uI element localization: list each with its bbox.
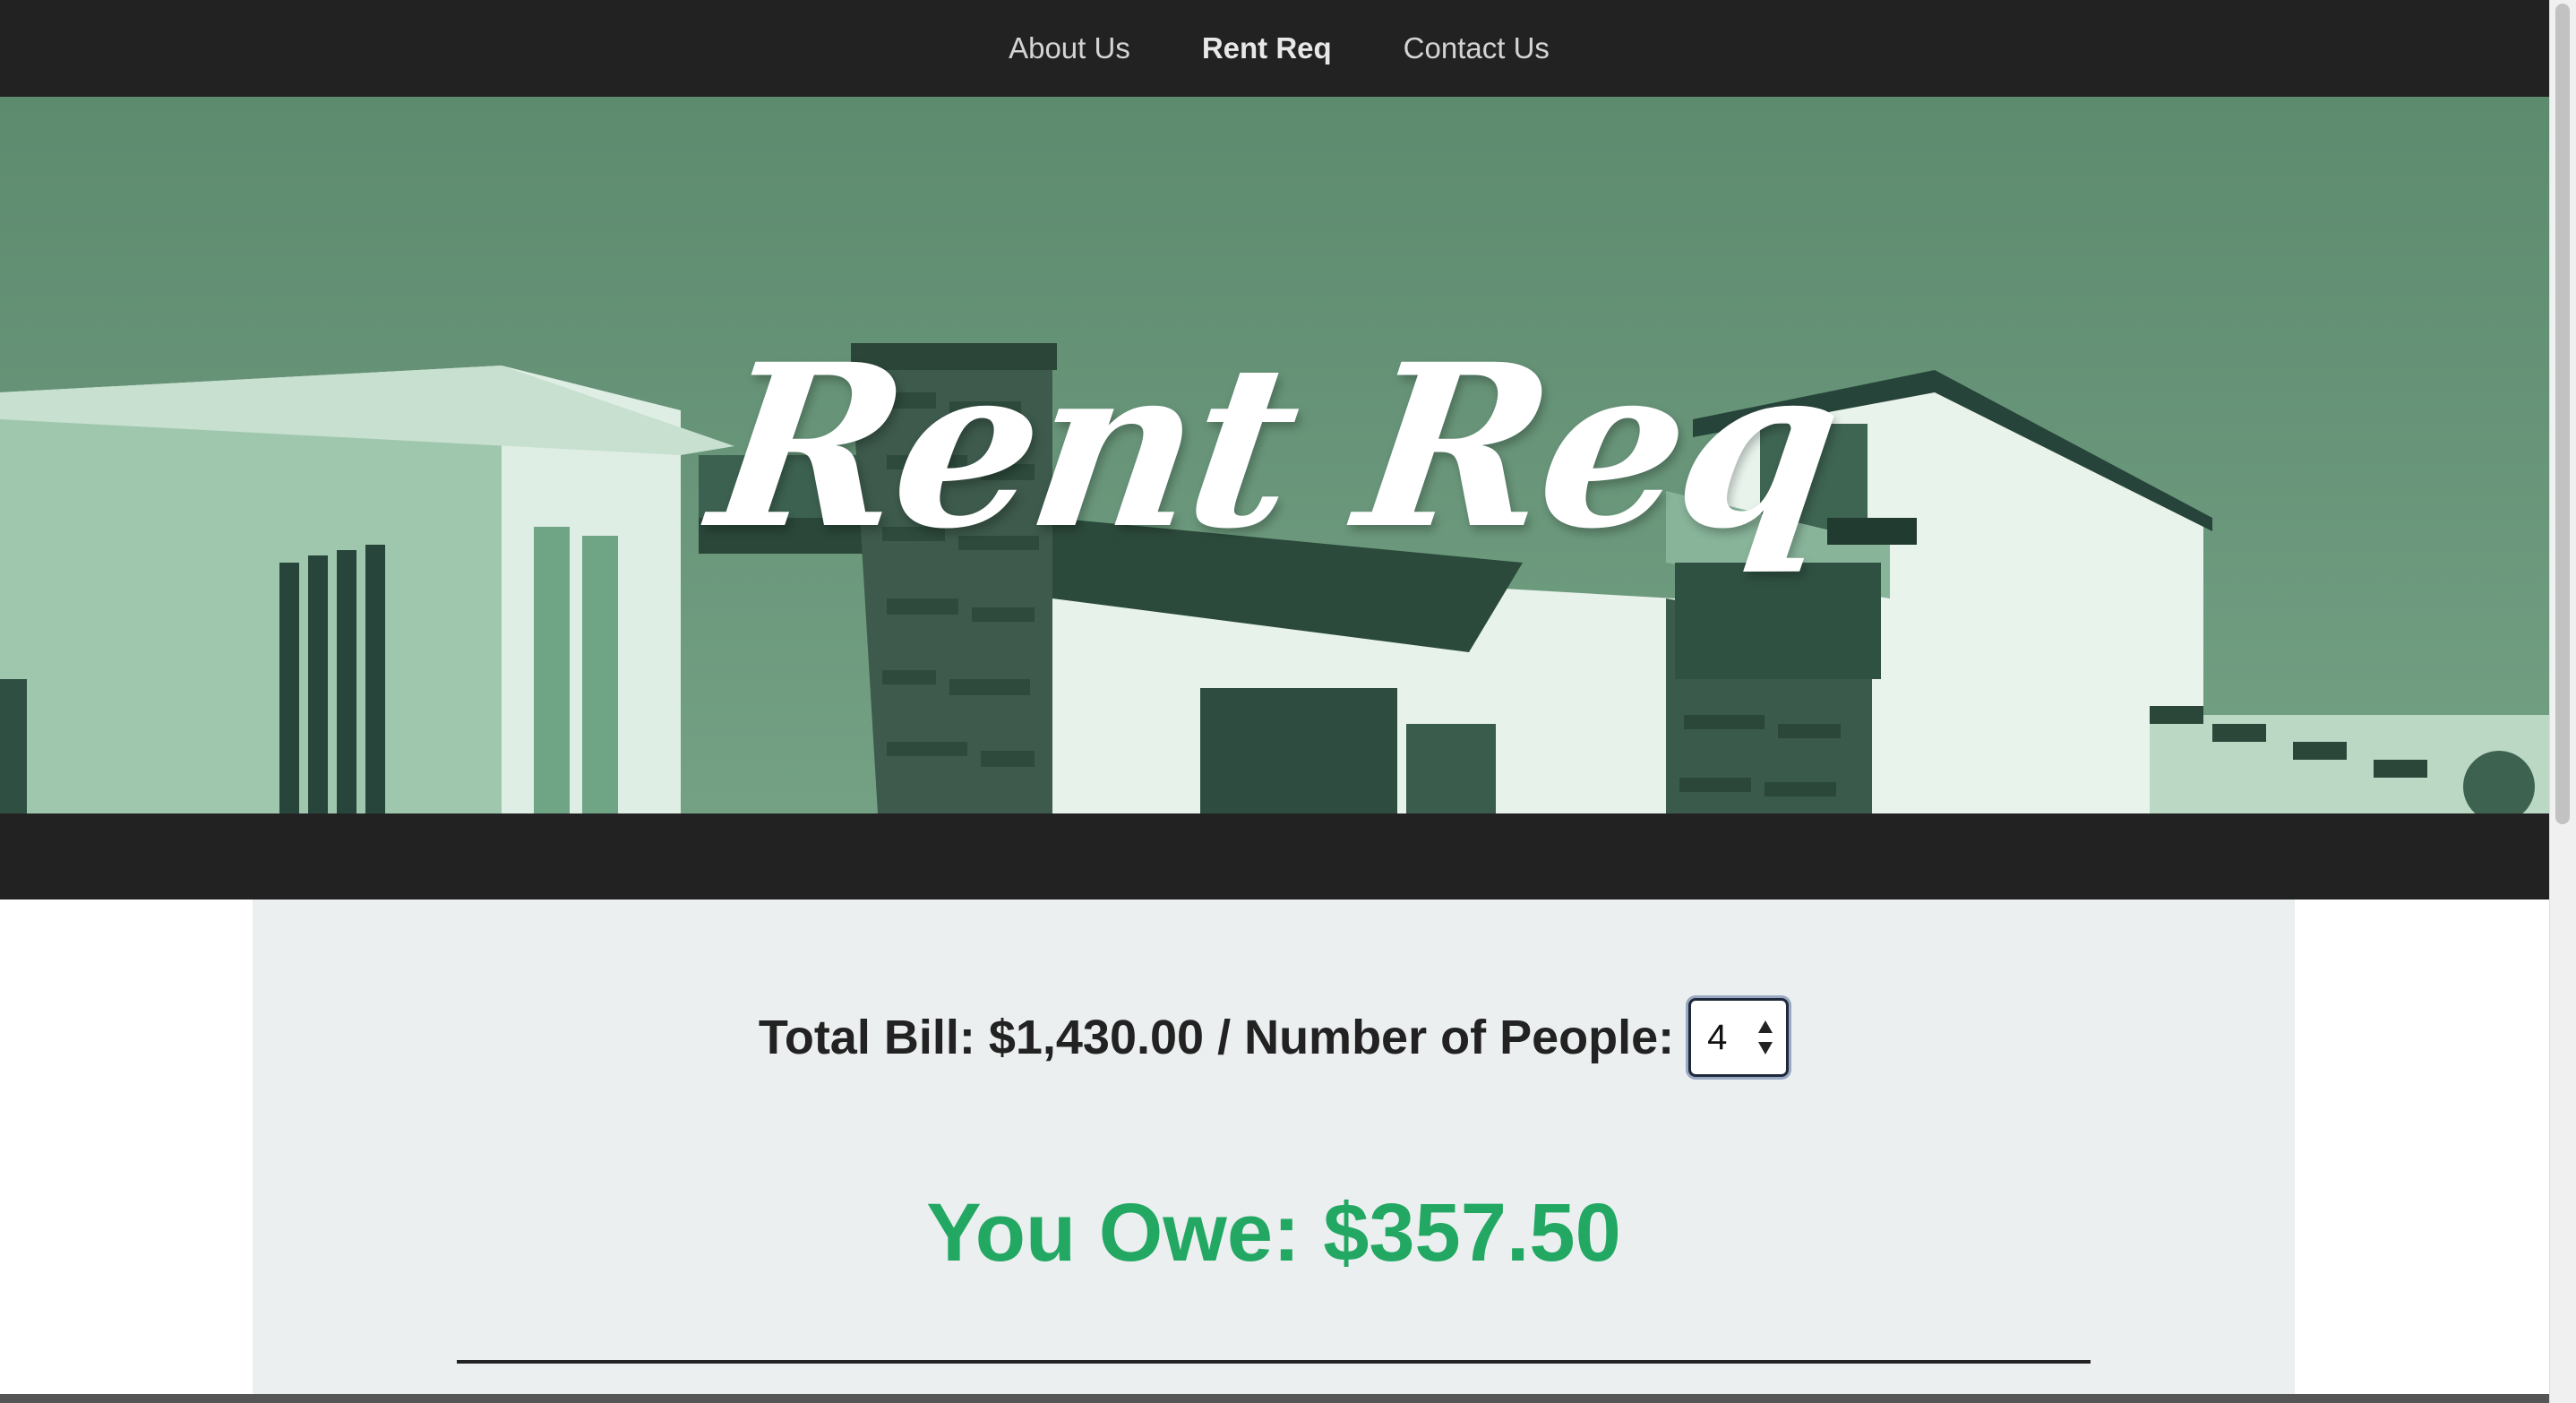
people-select-value: 4: [1707, 1017, 1728, 1057]
scrollbar-thumb[interactable]: [2555, 4, 2570, 824]
page: About Us Rent Req Contact Us Rent Req To…: [0, 0, 2576, 1403]
select-arrows-icon: [1758, 1020, 1773, 1054]
vertical-scrollbar[interactable]: [2549, 0, 2576, 1403]
hero-title: Rent Req: [698, 314, 1851, 578]
divider: [457, 1360, 2091, 1364]
amount-owed: You Owe: $357.50: [926, 1187, 1621, 1278]
nav-rent-req[interactable]: Rent Req: [1202, 31, 1332, 65]
top-nav: About Us Rent Req Contact Us: [0, 0, 2549, 97]
hero-banner: Rent Req: [0, 97, 2549, 813]
window-bottom-edge: [0, 1394, 2549, 1403]
bill-row: Total Bill: $1,430.00 / Number of People…: [253, 998, 2295, 1077]
bill-text: Total Bill: $1,430.00 / Number of People…: [758, 1011, 1675, 1064]
nav-contact-us[interactable]: Contact Us: [1404, 31, 1550, 65]
rent-calculator-panel: Total Bill: $1,430.00 / Number of People…: [253, 899, 2295, 1403]
people-select[interactable]: 4: [1688, 998, 1790, 1077]
nav-about-us[interactable]: About Us: [1009, 31, 1130, 65]
hero-bottom-band: [0, 813, 2549, 899]
